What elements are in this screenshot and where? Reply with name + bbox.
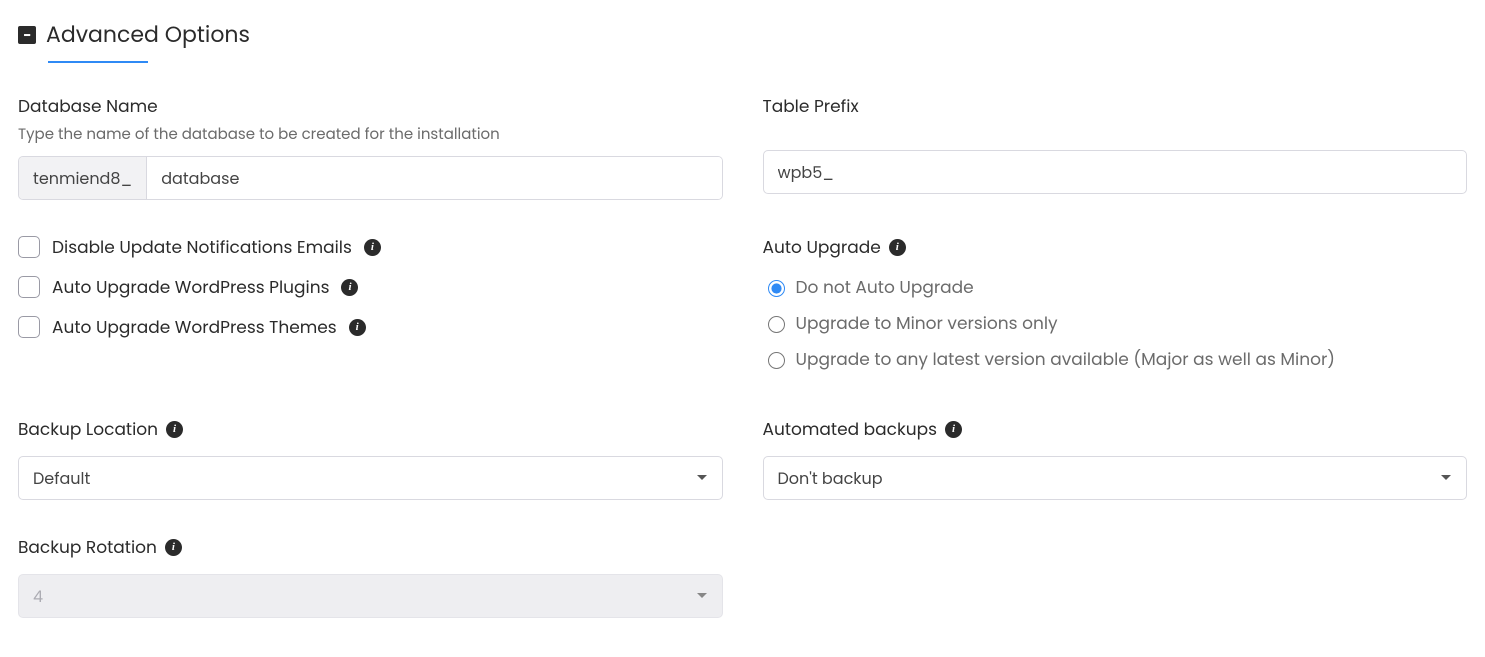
auto-upgrade-minor-row: Upgrade to Minor versions only [763, 310, 1468, 336]
automated-backups-label: Automated backups i [763, 416, 1468, 442]
backup-rotation-label-text: Backup Rotation [18, 534, 157, 560]
table-prefix-field: Table Prefix [763, 93, 1468, 200]
tab-underline [48, 61, 148, 63]
spacer [763, 123, 1468, 150]
info-icon[interactable]: i [349, 319, 366, 336]
upgrade-checkboxes: Disable Update Notifications Emails i Au… [18, 234, 723, 382]
auto-upgrade-none-row: Do not Auto Upgrade [763, 274, 1468, 300]
auto-upgrade-major-radio[interactable] [768, 352, 785, 369]
info-icon[interactable]: i [341, 279, 358, 296]
auto-upgrade-major-label: Upgrade to any latest version available … [796, 346, 1336, 372]
auto-upgrade-field: Auto Upgrade i Do not Auto Upgrade Upgra… [763, 234, 1468, 382]
table-prefix-input[interactable] [763, 150, 1468, 194]
auto-upgrade-plugins-label: Auto Upgrade WordPress Plugins [52, 274, 329, 300]
auto-upgrade-themes-checkbox[interactable] [18, 316, 40, 338]
backup-location-label-text: Backup Location [18, 416, 158, 442]
database-name-help: Type the name of the database to be crea… [18, 123, 723, 146]
automated-backups-field: Automated backups i Don't backup [763, 416, 1468, 500]
auto-upgrade-minor-radio[interactable] [768, 316, 785, 333]
database-name-input-group: tenmiend8_ [18, 156, 723, 200]
auto-upgrade-label-text: Auto Upgrade [763, 234, 881, 260]
info-icon[interactable]: i [945, 421, 962, 438]
info-icon[interactable]: i [165, 539, 182, 556]
collapse-icon: − [18, 26, 36, 44]
auto-upgrade-none-label: Do not Auto Upgrade [796, 274, 974, 300]
disable-update-emails-row: Disable Update Notifications Emails i [18, 234, 723, 260]
auto-upgrade-themes-row: Auto Upgrade WordPress Themes i [18, 314, 723, 340]
backup-location-select[interactable]: Default [18, 456, 723, 500]
database-prefix-addon: tenmiend8_ [19, 157, 147, 199]
section-title: Advanced Options [46, 18, 250, 51]
auto-upgrade-major-row: Upgrade to any latest version available … [763, 346, 1468, 372]
backup-rotation-label: Backup Rotation i [18, 534, 723, 560]
auto-upgrade-plugins-checkbox[interactable] [18, 276, 40, 298]
automated-backups-label-text: Automated backups [763, 416, 937, 442]
backup-location-label: Backup Location i [18, 416, 723, 442]
backup-rotation-field: Backup Rotation i 4 [18, 534, 723, 618]
info-icon[interactable]: i [364, 239, 381, 256]
disable-update-emails-label: Disable Update Notifications Emails [52, 234, 352, 260]
auto-upgrade-none-radio[interactable] [768, 280, 785, 297]
empty-cell [763, 534, 1468, 618]
backup-location-field: Backup Location i Default [18, 416, 723, 500]
automated-backups-select[interactable]: Don't backup [763, 456, 1468, 500]
auto-upgrade-minor-label: Upgrade to Minor versions only [796, 310, 1058, 336]
disable-update-emails-checkbox[interactable] [18, 236, 40, 258]
advanced-options-header[interactable]: − Advanced Options [18, 18, 1467, 51]
backup-rotation-select: 4 [18, 574, 723, 618]
info-icon[interactable]: i [166, 421, 183, 438]
auto-upgrade-label: Auto Upgrade i [763, 234, 1468, 260]
database-name-label: Database Name [18, 93, 723, 119]
auto-upgrade-themes-label: Auto Upgrade WordPress Themes [52, 314, 337, 340]
database-name-input[interactable] [147, 157, 721, 199]
info-icon[interactable]: i [889, 239, 906, 256]
database-name-field: Database Name Type the name of the datab… [18, 93, 723, 200]
auto-upgrade-plugins-row: Auto Upgrade WordPress Plugins i [18, 274, 723, 300]
table-prefix-label: Table Prefix [763, 93, 1468, 119]
